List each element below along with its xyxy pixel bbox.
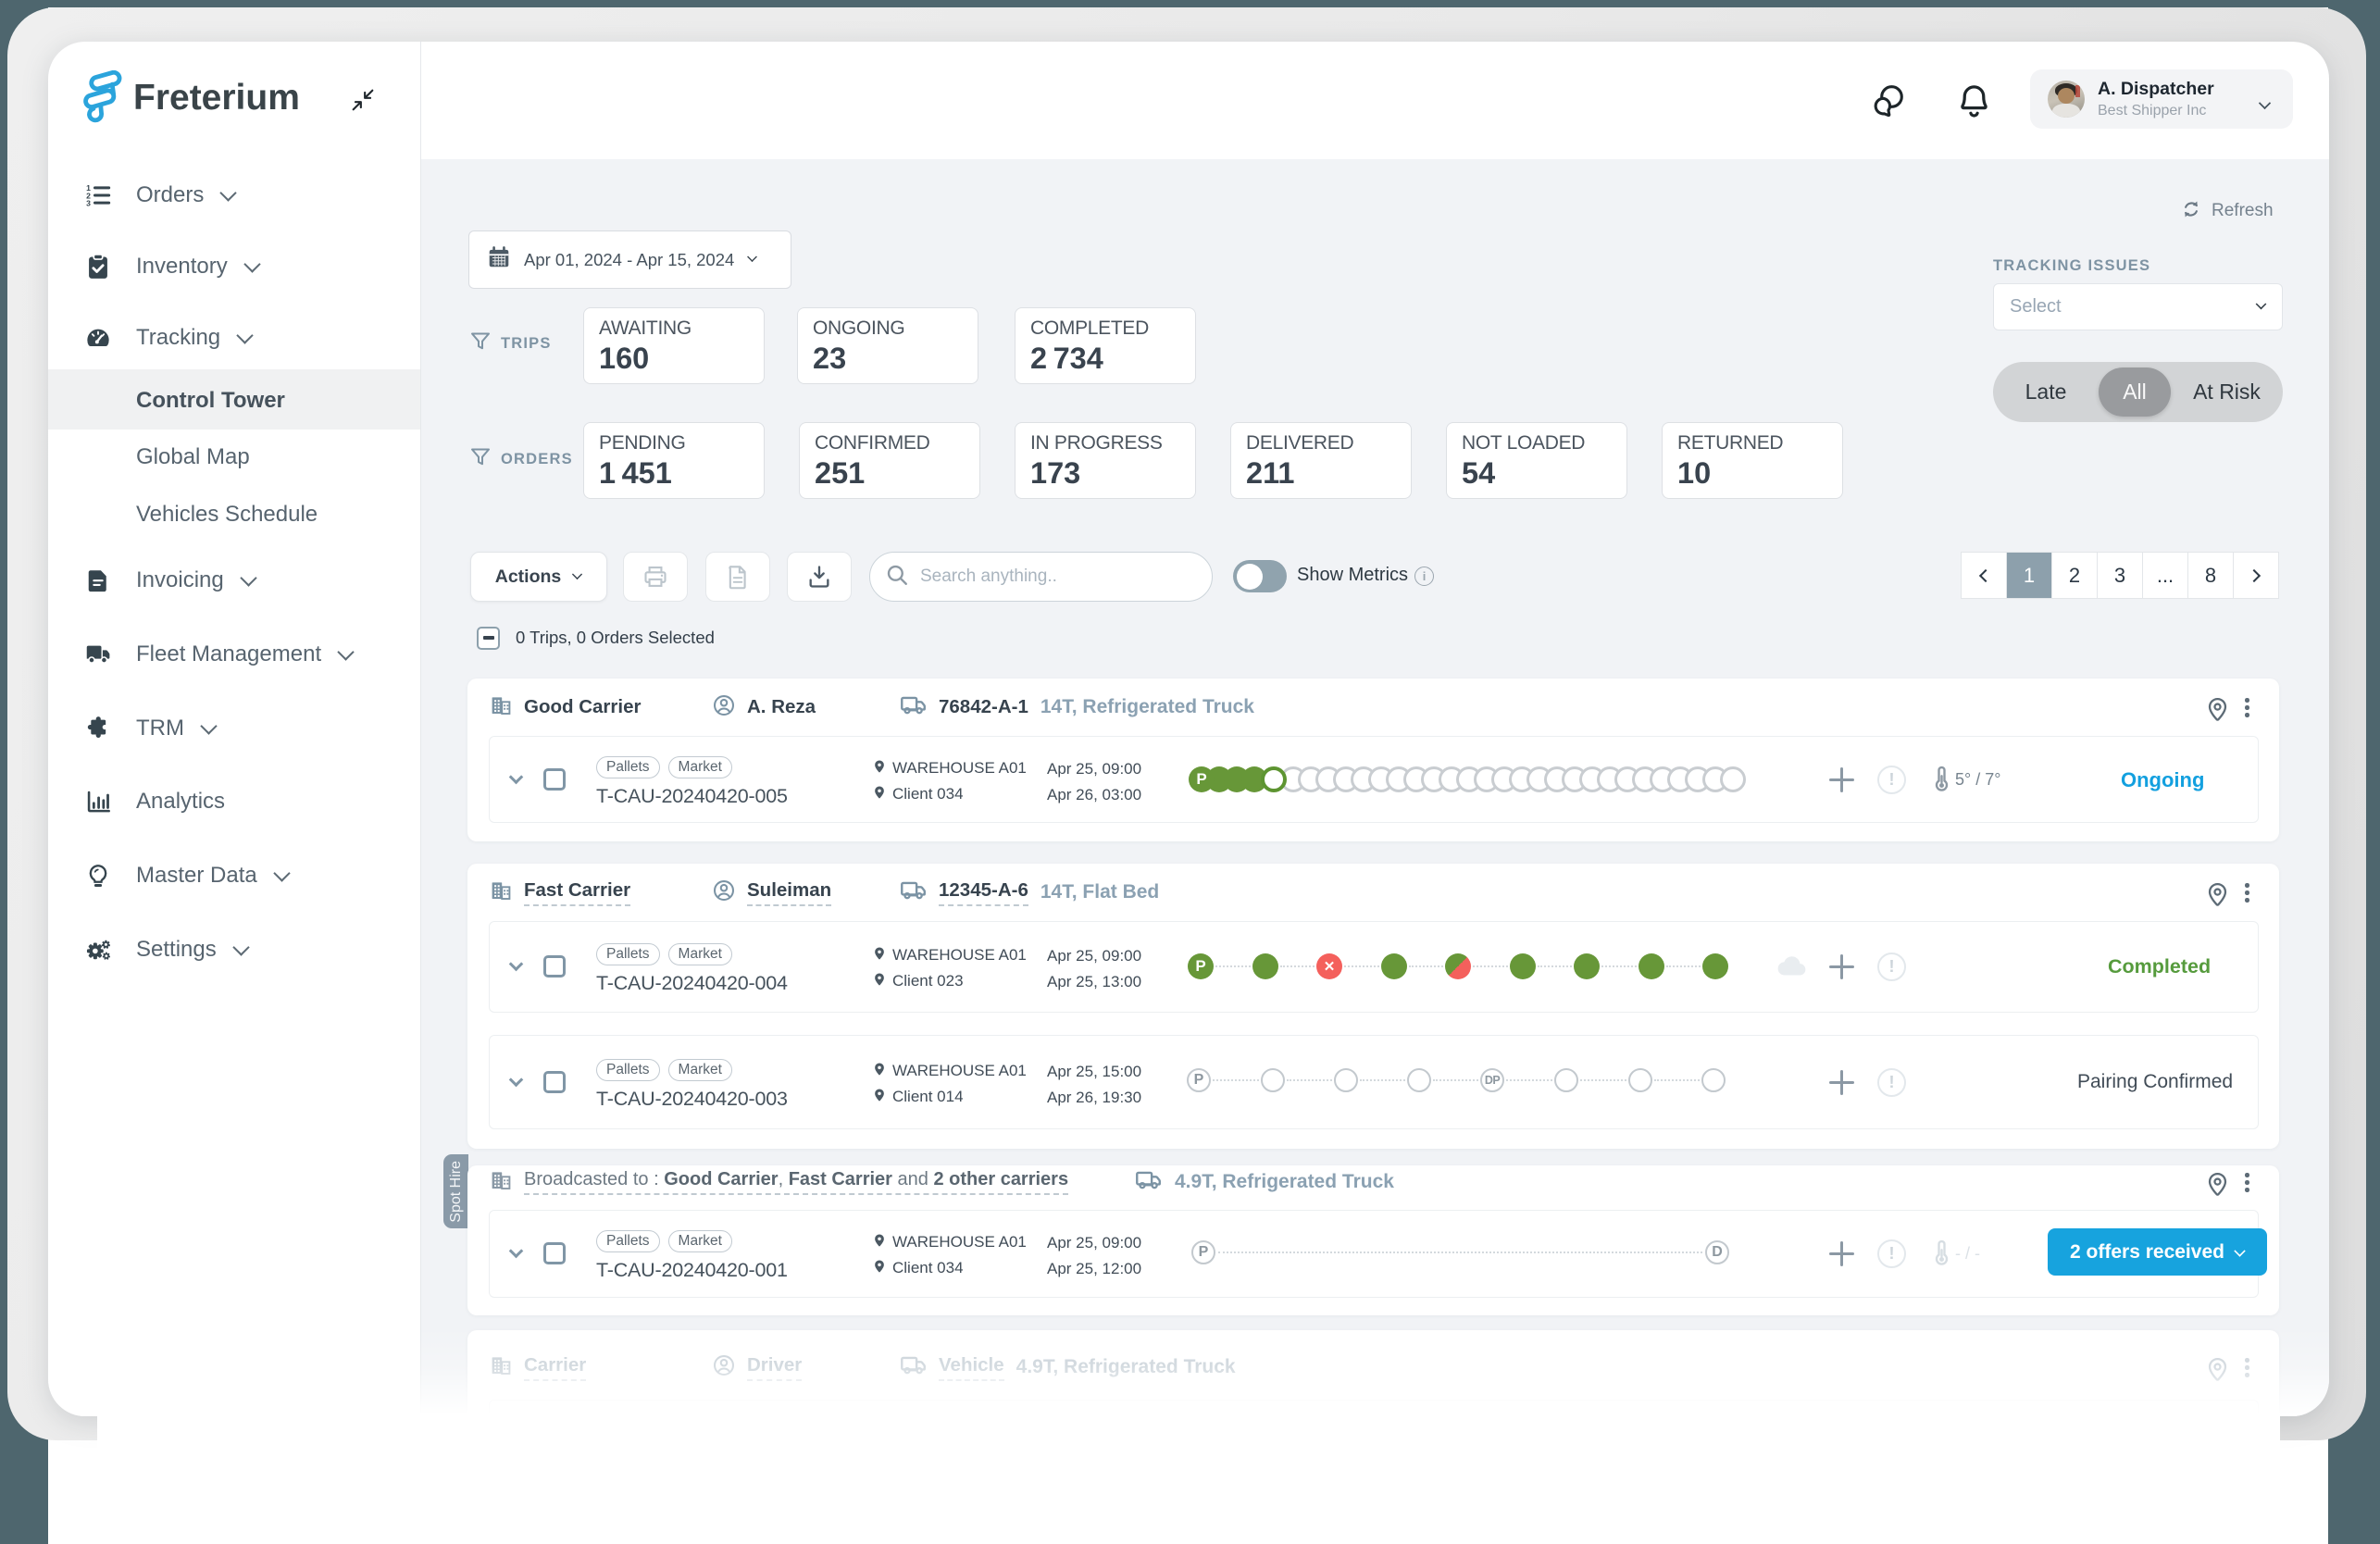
svg-text:3: 3 xyxy=(86,199,91,208)
